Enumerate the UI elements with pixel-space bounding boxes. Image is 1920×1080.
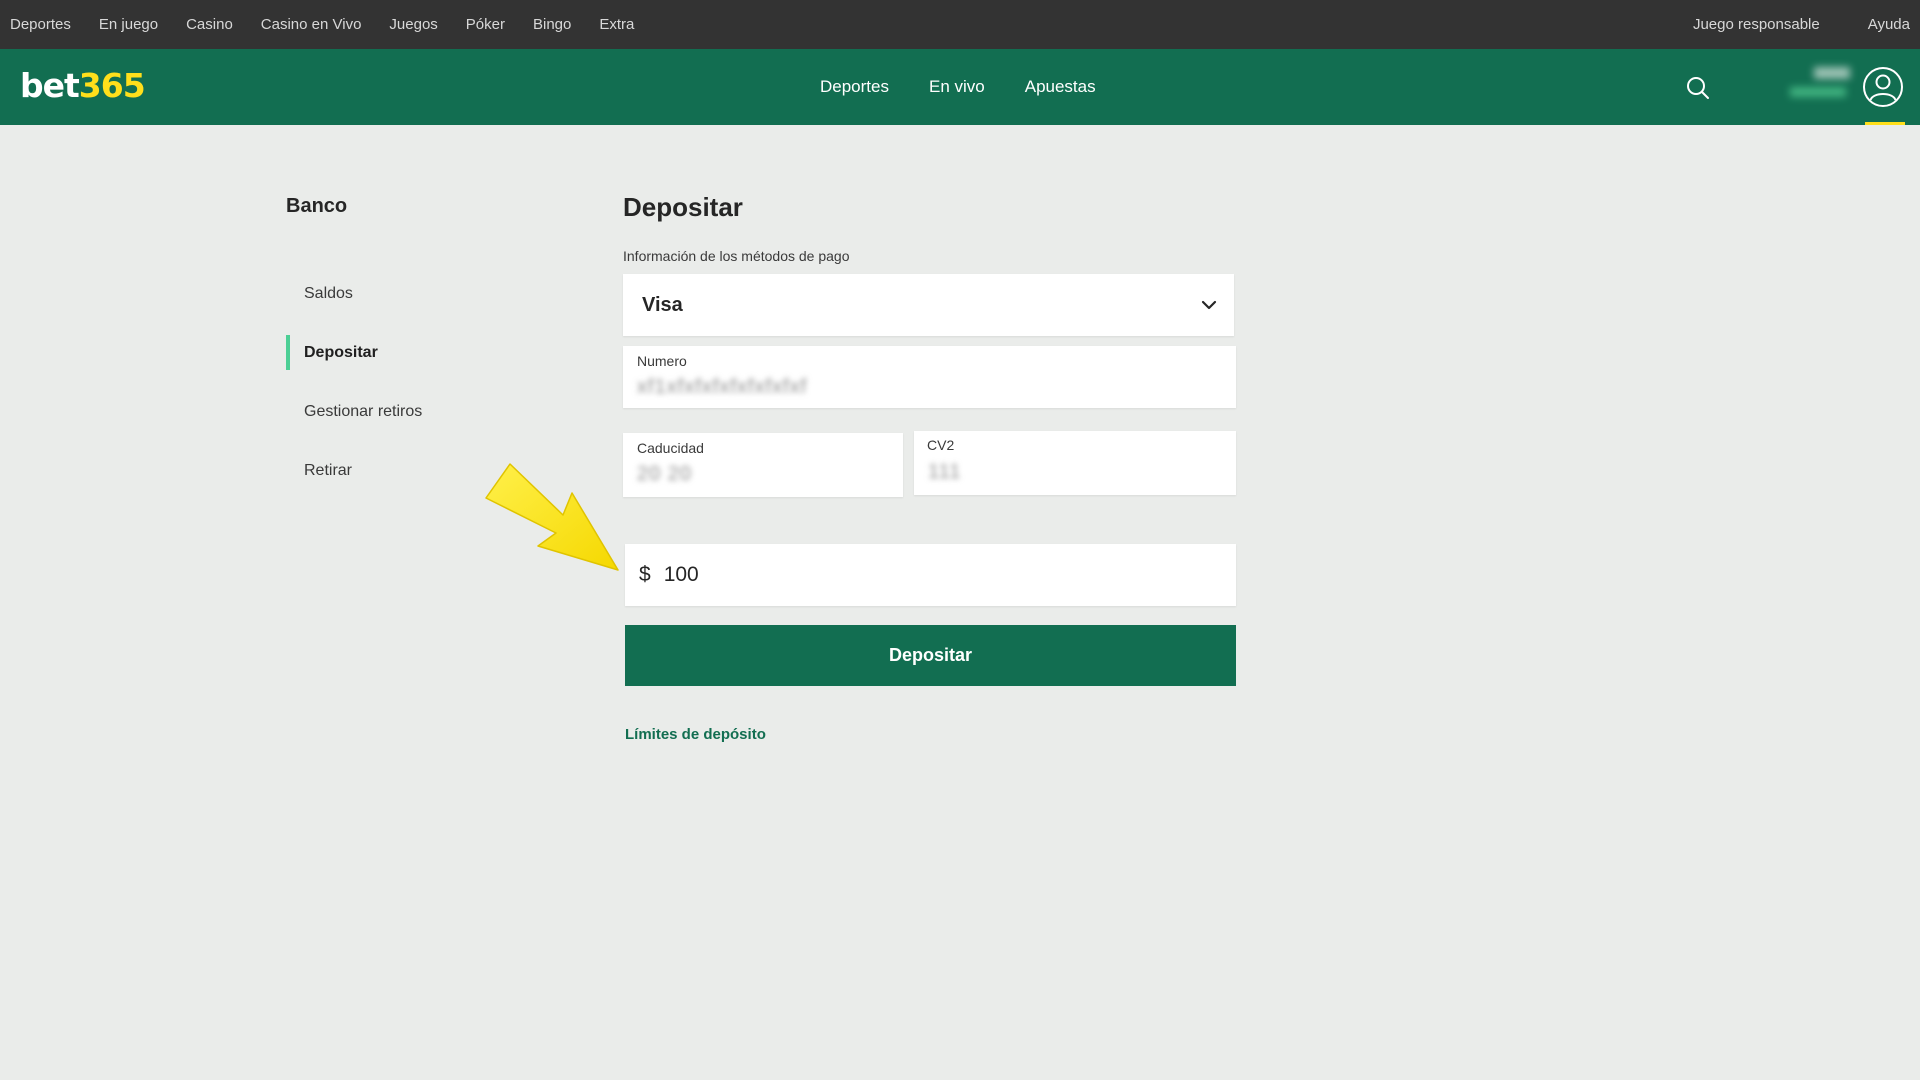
- card-number-label: Numero: [637, 353, 687, 369]
- account-active-underline: [1865, 122, 1905, 125]
- responsible-gaming-link[interactable]: Juego responsable: [1693, 16, 1820, 33]
- topbar-link-bingo[interactable]: Bingo: [533, 16, 571, 33]
- amount-value: 100: [663, 563, 699, 586]
- sidebar-item-label: Depositar: [304, 343, 378, 361]
- main-nav: Deportes En vivo Apuestas: [820, 49, 1096, 125]
- topbar-link-poker[interactable]: Póker: [466, 16, 505, 33]
- sidebar-item-label: Saldos: [304, 284, 353, 302]
- topbar-link-deportes[interactable]: Deportes: [10, 16, 71, 33]
- sidebar-item-depositar[interactable]: Depositar: [286, 323, 546, 382]
- cv2-label: CV2: [927, 437, 955, 453]
- product-links: Deportes En juego Casino Casino en Vivo …: [10, 16, 634, 33]
- topbar-link-casino[interactable]: Casino: [186, 16, 233, 33]
- cv2-field[interactable]: CV2 111: [914, 431, 1236, 495]
- card-number-field[interactable]: Numero xf1xfxfxfxfxfxfxfxf: [623, 346, 1236, 408]
- deposit-limits-link[interactable]: Límites de depósito: [625, 726, 766, 743]
- sidebar-item-saldos[interactable]: Saldos: [286, 264, 546, 323]
- account-button[interactable]: [1862, 66, 1904, 108]
- logo-text-main: bet: [20, 66, 80, 105]
- nav-apuestas[interactable]: Apuestas: [1025, 77, 1096, 97]
- topbar-link-en-juego[interactable]: En juego: [99, 16, 158, 33]
- help-link[interactable]: Ayuda: [1868, 16, 1910, 33]
- deposit-amount-input[interactable]: $ 100: [625, 544, 1236, 606]
- user-circle-icon: [1863, 67, 1903, 107]
- topbar-right-links: Juego responsable Ayuda: [1693, 16, 1910, 33]
- topbar-link-juegos[interactable]: Juegos: [389, 16, 437, 33]
- logo-text-accent: 365: [78, 66, 146, 105]
- top-utility-bar: Deportes En juego Casino Casino en Vivo …: [0, 0, 1920, 49]
- sidebar-item-label: Retirar: [304, 461, 353, 479]
- card-number-value: xf1xfxfxfxfxfxfxfxf: [637, 376, 808, 398]
- nav-deportes[interactable]: Deportes: [820, 77, 889, 97]
- search-button[interactable]: [1683, 73, 1713, 103]
- nav-en-vivo[interactable]: En vivo: [929, 77, 985, 97]
- annotation-arrow-icon: [485, 463, 619, 571]
- sidebar-item-gestionar-retiros[interactable]: Gestionar retiros: [286, 382, 546, 441]
- chevron-down-icon: [1201, 300, 1217, 310]
- account-balance-blurred[interactable]: [1790, 67, 1850, 107]
- topbar-link-casino-en-vivo[interactable]: Casino en Vivo: [261, 16, 362, 33]
- expiry-field[interactable]: Caducidad 20 20: [623, 433, 903, 497]
- sidebar-title: Banco: [286, 195, 348, 217]
- cv2-value: 111: [928, 461, 962, 483]
- payment-method-select[interactable]: Visa: [623, 274, 1234, 336]
- main-header: bet365 Deportes En vivo Apuestas: [0, 49, 1920, 125]
- expiry-label: Caducidad: [637, 440, 704, 456]
- currency-symbol: $: [639, 563, 651, 586]
- page-title: Depositar: [623, 192, 743, 222]
- payment-methods-label: Información de los métodos de pago: [623, 248, 850, 264]
- deposit-button[interactable]: Depositar: [625, 625, 1236, 686]
- sidebar-item-label: Gestionar retiros: [304, 402, 423, 420]
- expiry-value: 20 20: [637, 463, 693, 485]
- bet365-logo[interactable]: bet365: [20, 66, 146, 106]
- topbar-link-extra[interactable]: Extra: [599, 16, 634, 33]
- search-icon: [1687, 77, 1709, 99]
- payment-method-value: Visa: [642, 293, 683, 316]
